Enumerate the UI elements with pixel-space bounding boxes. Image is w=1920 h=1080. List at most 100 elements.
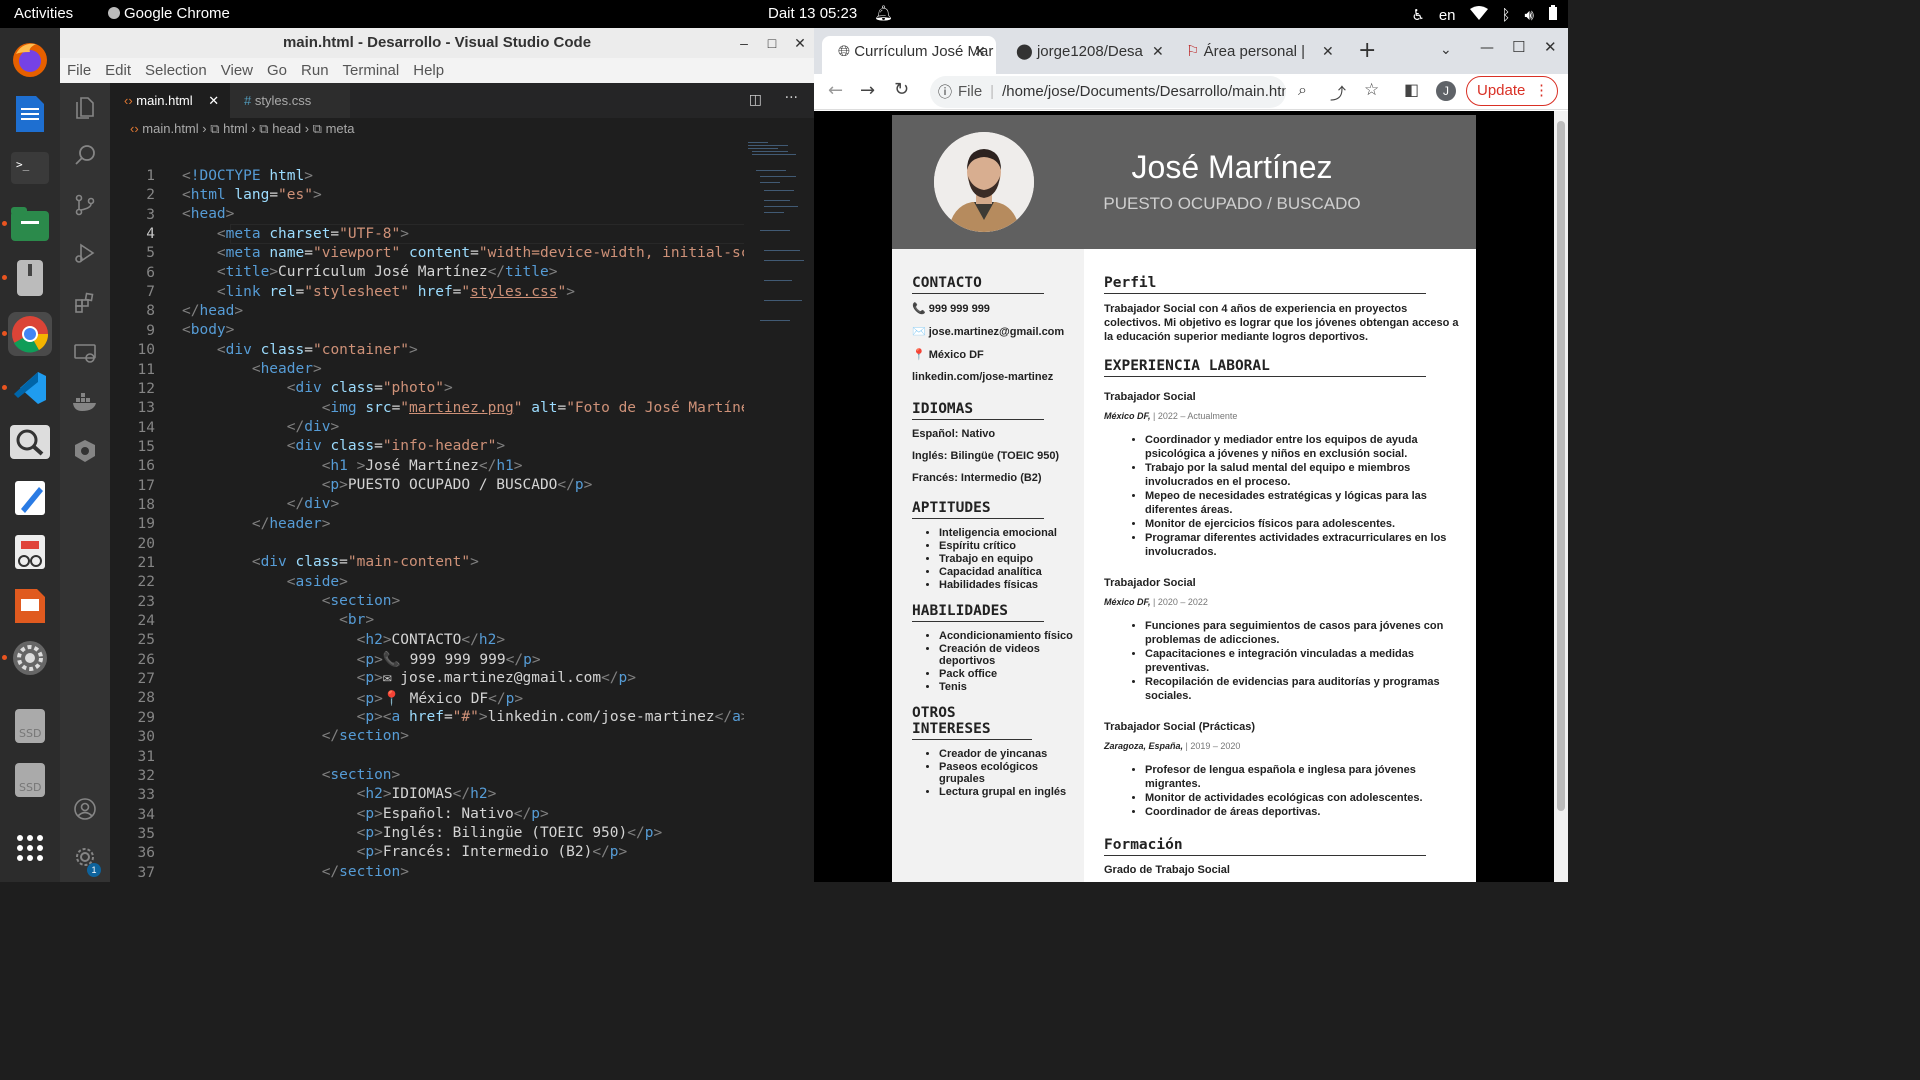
address-bar[interactable]: ⓘ File |/home/jose/Documents/Desarrollo/m… — [930, 76, 1286, 108]
split-editor-icon[interactable]: ◫ — [749, 92, 762, 108]
accessibility-icon[interactable]: ♿︎ — [1411, 6, 1424, 24]
extensions-icon[interactable] — [60, 281, 110, 325]
account-icon[interactable] — [60, 787, 110, 831]
page-viewport[interactable]: José Martínez PUESTO OCUPADO / BUSCADO C… — [814, 111, 1554, 882]
run-debug-icon[interactable] — [60, 231, 110, 275]
files-icon[interactable] — [2, 202, 52, 246]
kubernetes-icon[interactable] — [60, 429, 110, 473]
menu-edit[interactable]: Edit — [105, 62, 131, 79]
close-tab-icon[interactable]: ✕ — [1152, 44, 1164, 60]
browser-tab-github[interactable]: ⬤ jorge1208/Desa — [1000, 36, 1164, 74]
tab-title: jorge1208/Desa — [1036, 43, 1143, 60]
tab-main-html[interactable]: ‹› main.html ✕ — [110, 83, 230, 118]
maximize-icon[interactable]: ☐ — [1512, 38, 1525, 56]
docker-icon[interactable] — [60, 379, 110, 423]
language-indicator[interactable]: en — [1439, 7, 1456, 24]
app-menu[interactable]: Google Chrome — [108, 5, 230, 22]
svg-text:>_: >_ — [16, 158, 30, 171]
close-tab-icon[interactable]: ✕ — [1322, 44, 1334, 60]
more-actions-icon[interactable]: ··· — [785, 90, 798, 106]
maximize-icon[interactable]: □ — [758, 28, 786, 58]
system-tray[interactable]: ♿︎ en ᛒ 🔊︎ — [1411, 5, 1558, 25]
impress-icon[interactable] — [8, 584, 52, 628]
code-line: <h2>IDIOMAS</h2> — [356, 786, 497, 802]
menu-help[interactable]: Help — [413, 62, 444, 79]
menu-terminal[interactable]: Terminal — [343, 62, 400, 79]
terminal-icon[interactable]: >_ — [8, 146, 52, 190]
site-info-icon[interactable]: ⓘ — [938, 76, 952, 108]
share-icon[interactable]: ⤴ — [1330, 80, 1346, 104]
code-line: </div> — [286, 496, 340, 512]
firefox-icon[interactable] — [8, 38, 52, 82]
reload-icon[interactable]: ↻ — [894, 79, 909, 100]
ssd-drive-icon[interactable]: SSD — [8, 758, 52, 802]
minimize-icon[interactable]: — — [1480, 40, 1494, 56]
minimap[interactable] — [744, 140, 814, 882]
manage-gear-icon[interactable]: 1 — [60, 835, 110, 879]
forward-icon[interactable]: → — [860, 80, 875, 101]
code-line: <div class="container"> — [216, 342, 418, 358]
code-line: <div class="main-content"> — [251, 554, 479, 570]
menu-go[interactable]: Go — [267, 62, 287, 79]
zoom-icon[interactable]: ⌕ — [1298, 80, 1307, 100]
degree-title: Grado de Trabajo Social — [1104, 864, 1230, 876]
usb-drive-icon[interactable] — [2, 256, 52, 300]
vscode-icon[interactable] — [2, 366, 52, 410]
bookmark-star-icon[interactable]: ☆ — [1364, 80, 1379, 100]
profile-avatar[interactable]: J — [1436, 81, 1456, 101]
close-tab-icon[interactable]: ✕ — [974, 44, 986, 60]
browser-tab-area-personal[interactable]: ⚐ Área personal | — [1170, 36, 1330, 74]
menu-run[interactable]: Run — [301, 62, 329, 79]
page-scrollbar[interactable] — [1554, 111, 1568, 882]
breadcrumb-item[interactable]: meta — [326, 121, 355, 136]
settings-icon[interactable] — [2, 636, 52, 680]
source-control-icon[interactable] — [60, 183, 110, 227]
code-line: <!DOCTYPE html> — [182, 168, 313, 184]
libreoffice-writer-icon[interactable] — [8, 92, 52, 136]
app-grid-icon[interactable] — [8, 826, 52, 870]
document-viewer-icon[interactable] — [8, 530, 52, 574]
update-button[interactable]: Update ⋮ — [1466, 76, 1558, 106]
tab-styles-css[interactable]: # styles.css — [230, 83, 350, 118]
breadcrumb-item[interactable]: html — [223, 121, 248, 136]
cv-main: Perfil Trabajador Social con 4 años de e… — [1104, 249, 1464, 882]
scrollbar-thumb[interactable] — [1557, 121, 1565, 811]
new-tab-icon[interactable]: + — [1358, 38, 1376, 63]
line-number: 35 — [137, 825, 155, 842]
job-entry: Trabajador Social México DF, | 2022 – Ac… — [1104, 391, 1464, 559]
kebab-menu-icon[interactable]: ⋮ — [1534, 77, 1549, 105]
code-line: <br> — [339, 612, 375, 628]
menu-view[interactable]: View — [221, 62, 253, 79]
breadcrumb-item[interactable]: head — [272, 121, 301, 136]
remote-explorer-icon[interactable] — [60, 331, 110, 375]
back-icon[interactable]: ← — [828, 80, 843, 101]
side-panel-icon[interactable]: ◧ — [1404, 80, 1419, 99]
bell-icon[interactable]: 🔔︎ — [874, 4, 893, 22]
menu-file[interactable]: File — [67, 62, 91, 79]
dock: >_ SSD SSD — [0, 28, 60, 882]
code-editor[interactable]: 1 2 3 4 5 6 7 8 9 10 11 12 13 14 15 16 17 18 19 20 21 22 23 24 2… — [110, 140, 750, 882]
linkedin-link[interactable]: linkedin.com/jose-martinez — [912, 371, 1084, 383]
chrome-icon[interactable] — [2, 312, 52, 356]
vscode-titlebar[interactable]: main.html - Desarrollo - Visual Studio C… — [60, 28, 814, 58]
search-icon[interactable] — [60, 133, 110, 177]
code-line: <p>Español: Nativo</p> — [356, 806, 549, 822]
browser-tab-curriculum[interactable]: 🌐︎ Currículum José Mar — [822, 36, 996, 74]
close-icon[interactable]: ✕ — [1544, 38, 1557, 56]
minimize-icon[interactable]: – — [730, 28, 758, 58]
text-editor-icon[interactable] — [8, 476, 52, 520]
close-tab-icon[interactable]: ✕ — [208, 93, 219, 108]
tab-search-icon[interactable]: ⌄ — [1440, 42, 1452, 58]
menu-selection[interactable]: Selection — [145, 62, 207, 79]
magnifier-icon[interactable] — [8, 420, 52, 464]
ssd-drive-icon[interactable]: SSD — [8, 704, 52, 748]
list-item: Monitor de actividades ecológicas con ad… — [1145, 791, 1464, 805]
close-icon[interactable]: ✕ — [786, 28, 814, 58]
job-meta: Zaragoza, España, | 2019 – 2020 — [1104, 741, 1464, 751]
running-indicator — [2, 385, 7, 390]
clock[interactable]: Dait 13 05:23 — [768, 5, 857, 22]
breadcrumb-item[interactable]: main.html — [142, 121, 198, 136]
explorer-icon[interactable] — [60, 85, 110, 129]
vscode-window: main.html - Desarrollo - Visual Studio C… — [60, 28, 814, 882]
activities-button[interactable]: Activities — [14, 5, 73, 22]
